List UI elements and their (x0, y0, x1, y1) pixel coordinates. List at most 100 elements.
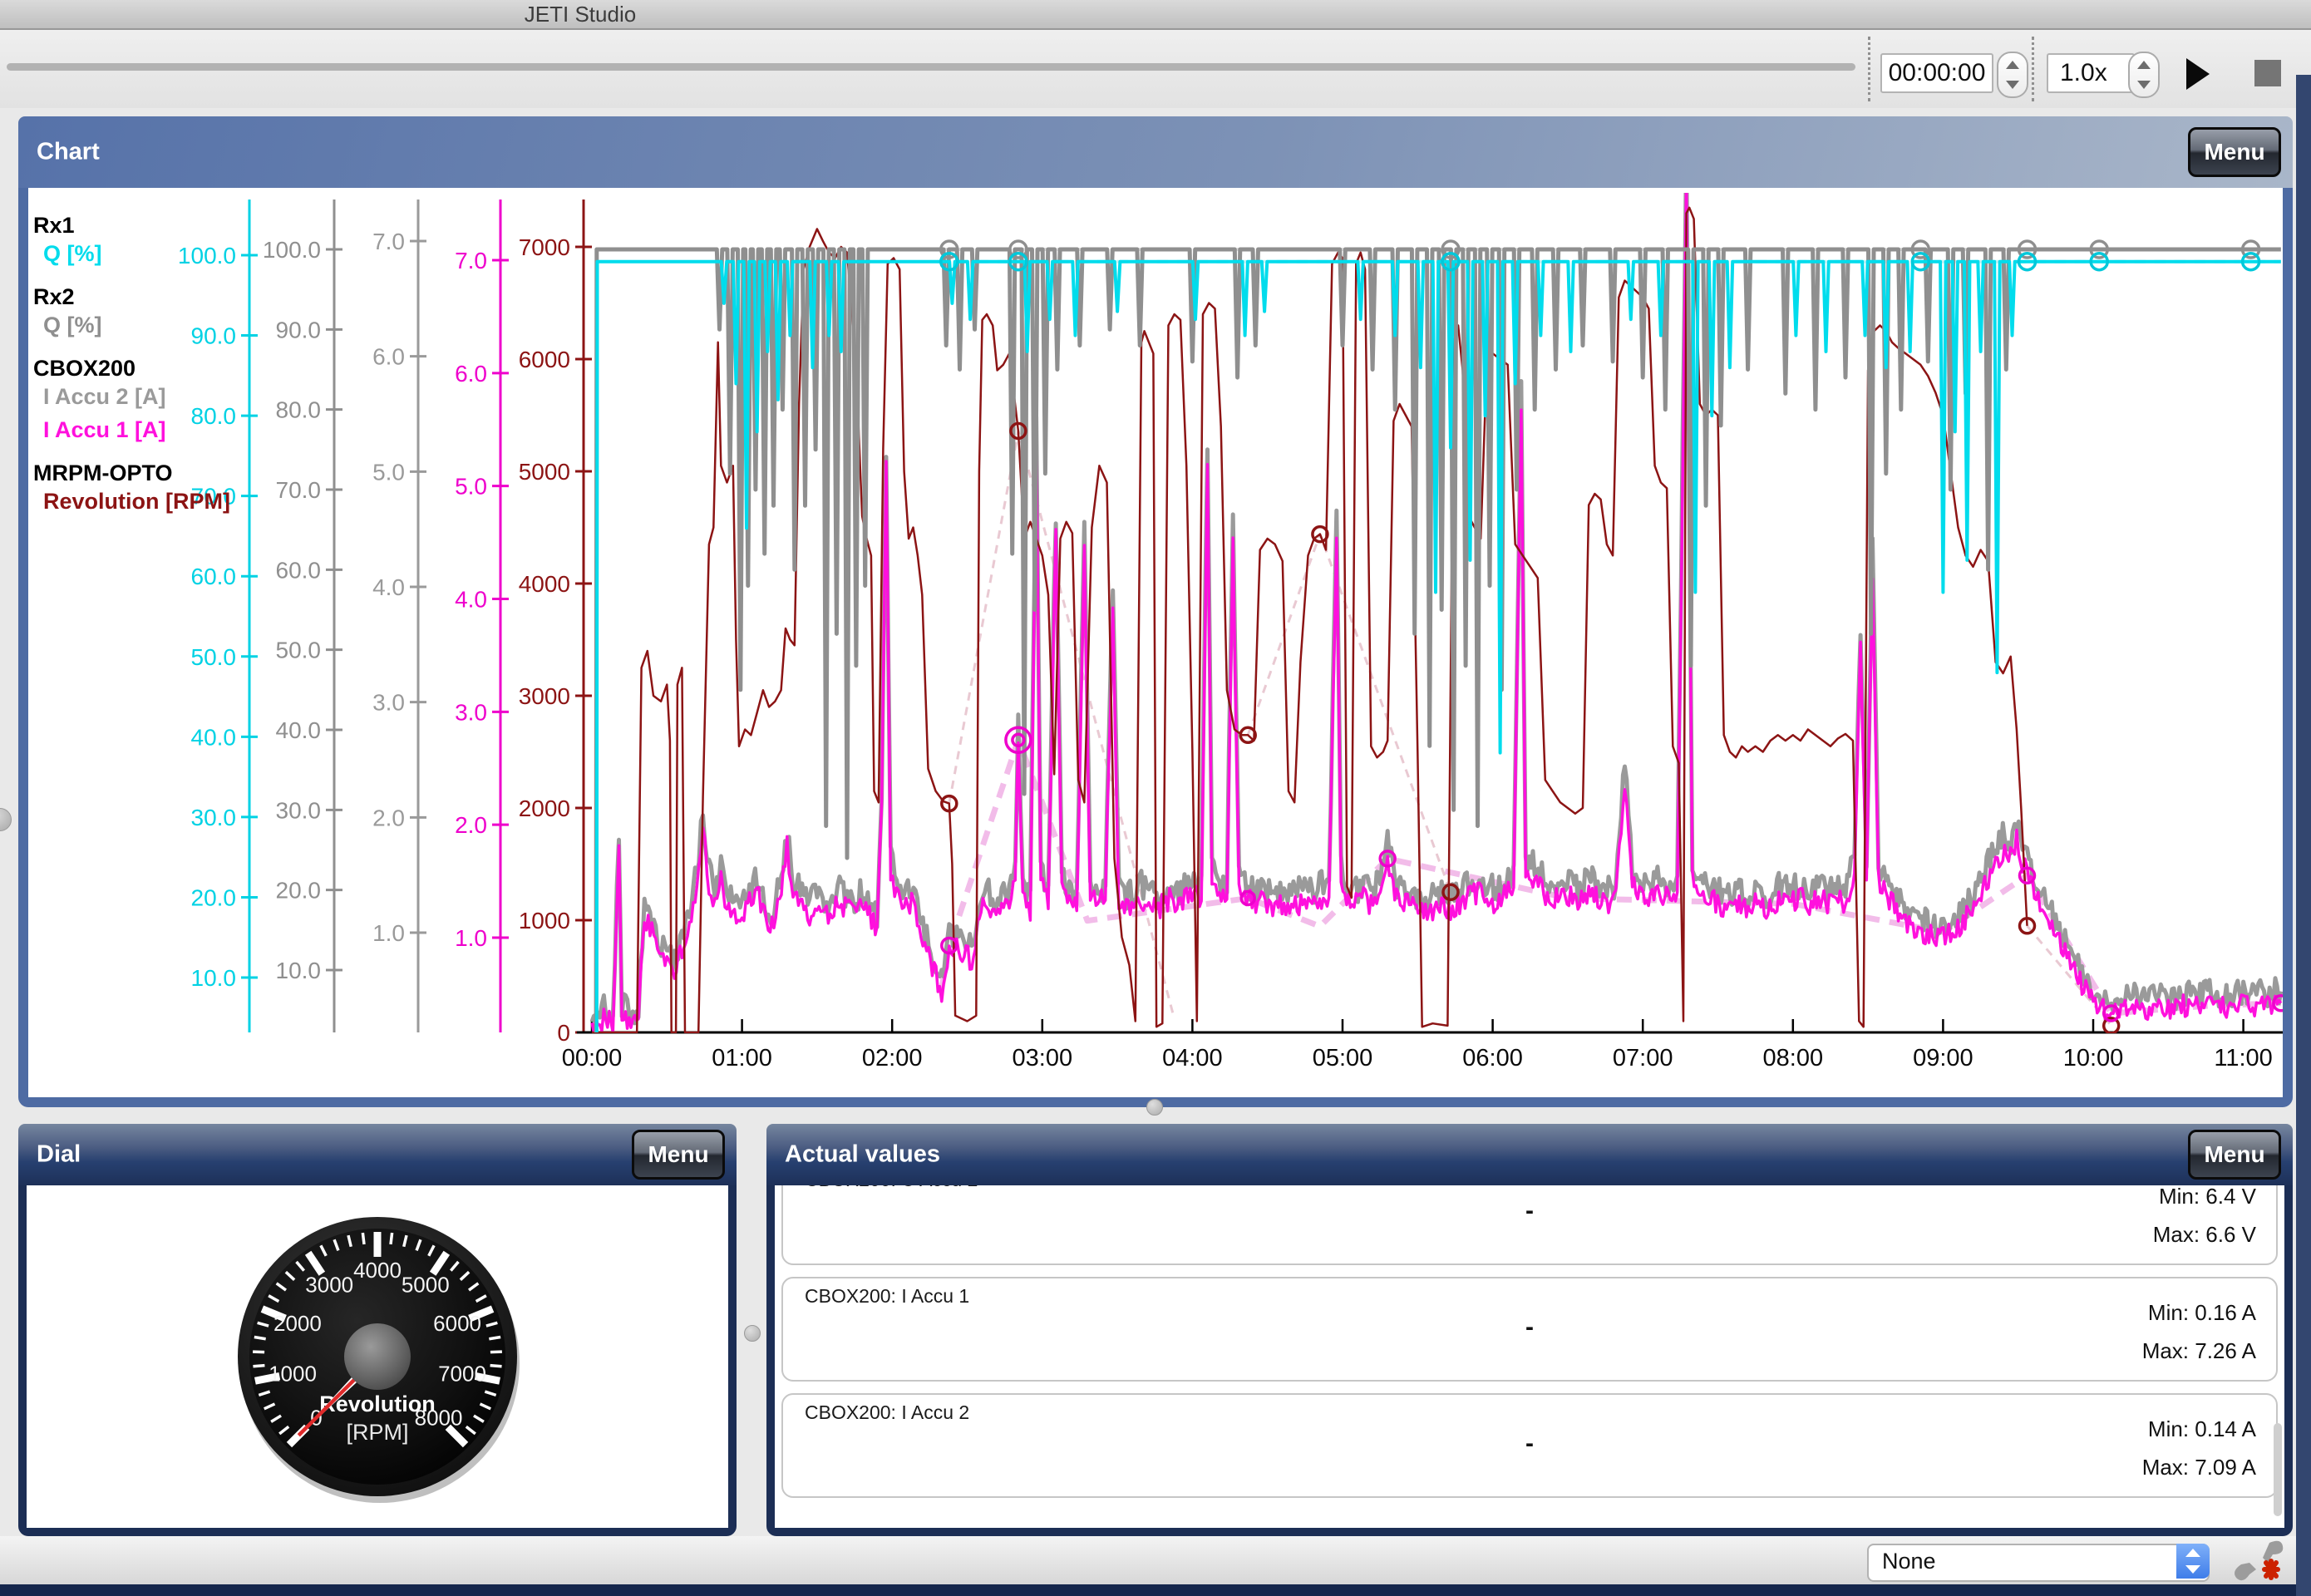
svg-text:09:00: 09:00 (1913, 1045, 1973, 1071)
splitter-handle[interactable] (0, 808, 12, 831)
svg-text:7000: 7000 (438, 1361, 486, 1386)
svg-text:2000: 2000 (519, 796, 570, 821)
svg-text:[RPM]: [RPM] (346, 1420, 408, 1445)
scrollbar-thumb[interactable] (2274, 1423, 2282, 1516)
svg-text:1000: 1000 (269, 1361, 317, 1386)
svg-text:60.0: 60.0 (191, 564, 237, 589)
telemetry-value-label: CBOX200: I Accu 2 (805, 1401, 970, 1423)
svg-text:4000: 4000 (353, 1258, 402, 1283)
splitter-handle[interactable] (1146, 1099, 1163, 1116)
svg-text:06:00: 06:00 (1462, 1045, 1523, 1071)
svg-text:5000: 5000 (519, 459, 570, 485)
svg-text:40.0: 40.0 (191, 724, 237, 750)
svg-text:30.0: 30.0 (191, 805, 237, 830)
telemetry-max-value: Max: 7.09 A (2141, 1455, 2256, 1480)
telemetry-value-label: CBOX200: I Accu 1 (805, 1285, 970, 1307)
telemetry-value-card[interactable]: CBOX200: I Accu 1 - Min: 0.16 A Max: 7.2… (781, 1277, 2278, 1382)
dial-panel-title: Dial (37, 1140, 81, 1168)
dial-menu-button[interactable]: Menu (632, 1130, 725, 1180)
svg-text:00:00: 00:00 (562, 1045, 623, 1071)
svg-text:10.0: 10.0 (276, 958, 322, 983)
chevron-updown-icon (2176, 1544, 2210, 1579)
svg-text:50.0: 50.0 (191, 644, 237, 670)
svg-text:90.0: 90.0 (276, 317, 322, 342)
svg-text:11:00: 11:00 (2214, 1045, 2272, 1071)
svg-text:01:00: 01:00 (712, 1045, 772, 1071)
rpm-gauge: 010002000300040005000600070008000Revolut… (238, 1217, 520, 1503)
chart-panel: Chart Menu 100.0 90.0 80.0 70.0 60.0 50.0 40.0… (18, 116, 2293, 1107)
svg-text:03:00: 03:00 (1013, 1045, 1073, 1071)
time-value: 00:00:00 (1888, 59, 1986, 86)
timeline-slider[interactable] (7, 63, 1855, 71)
telemetry-current-value: - (1525, 1313, 1534, 1341)
svg-text:05:00: 05:00 (1313, 1045, 1373, 1071)
svg-text:4000: 4000 (519, 571, 570, 597)
svg-text:5000: 5000 (402, 1273, 450, 1298)
telemetry-min-value: Min: 0.16 A (2147, 1300, 2256, 1325)
dial-panel: Dial Menu 010002000300040005000600070008… (18, 1124, 737, 1536)
window-title: JETI Studio (524, 2, 637, 27)
svg-text:50.0: 50.0 (276, 638, 322, 663)
svg-text:04:00: 04:00 (1162, 1045, 1223, 1071)
svg-text:6000: 6000 (519, 347, 570, 372)
actual-values-menu-button[interactable]: Menu (2188, 1130, 2281, 1180)
telemetry-max-value: Max: 7.26 A (2141, 1338, 2256, 1363)
svg-text:3000: 3000 (305, 1273, 353, 1298)
svg-text:07:00: 07:00 (1613, 1045, 1673, 1071)
svg-text:2000: 2000 (273, 1311, 322, 1336)
svg-text:1000: 1000 (519, 908, 570, 933)
svg-text:6.0: 6.0 (372, 344, 405, 370)
dial-body: 010002000300040005000600070008000Revolut… (27, 1185, 728, 1528)
chart-menu-button[interactable]: Menu (2188, 127, 2281, 177)
toolbar-separator (1868, 37, 1870, 101)
time-field[interactable]: 00:00:00 (1880, 53, 1993, 93)
speed-stepper[interactable] (2128, 52, 2160, 98)
telemetry-min-value: Min: 6.4 V (2158, 1185, 2256, 1209)
time-stepper[interactable] (1997, 52, 2028, 98)
window-frame-right (2296, 75, 2311, 1596)
svg-text:80.0: 80.0 (191, 403, 237, 429)
svg-text:20.0: 20.0 (191, 884, 237, 910)
svg-text:10.0: 10.0 (191, 965, 237, 991)
telemetry-min-value: Min: 0.14 A (2147, 1416, 2256, 1441)
svg-text:40.0: 40.0 (276, 717, 322, 743)
chart-panel-title: Chart (37, 138, 100, 165)
svg-text:80.0: 80.0 (276, 397, 322, 423)
telemetry-current-value: - (1525, 1197, 1534, 1224)
svg-text:08:00: 08:00 (1763, 1045, 1824, 1071)
svg-text:4.0: 4.0 (455, 587, 487, 613)
svg-text:5.0: 5.0 (372, 459, 405, 485)
play-icon[interactable] (2186, 58, 2210, 90)
stop-icon[interactable] (2254, 60, 2281, 86)
speed-field[interactable]: 1.0x (2047, 53, 2135, 93)
svg-text:3000: 3000 (519, 683, 570, 709)
svg-text:7.0: 7.0 (372, 229, 405, 254)
svg-text:7.0: 7.0 (455, 248, 487, 273)
svg-text:5.0: 5.0 (455, 474, 487, 500)
splitter-handle[interactable] (744, 1325, 761, 1342)
svg-text:3.0: 3.0 (455, 699, 487, 725)
svg-text:2.0: 2.0 (372, 805, 405, 830)
svg-text:6.0: 6.0 (455, 361, 487, 387)
telemetry-current-value: - (1525, 1430, 1534, 1457)
chart-plot-area[interactable]: 100.0 90.0 80.0 70.0 60.0 50.0 40.0 30.0 20.0 10.… (28, 188, 2283, 1097)
port-select[interactable]: None (1867, 1544, 2210, 1582)
svg-text:100.0: 100.0 (263, 237, 321, 263)
playback-toolbar: 00:00:00 1.0x (0, 30, 2311, 108)
status-bar: None (0, 1536, 2311, 1584)
svg-text:100.0: 100.0 (178, 243, 236, 268)
svg-text:3.0: 3.0 (372, 690, 405, 716)
dial-panel-header: Dial Menu (18, 1124, 737, 1185)
svg-text:02:00: 02:00 (862, 1045, 923, 1071)
telemetry-value-label: CBOX200: U Accu 2 (805, 1185, 978, 1191)
svg-text:6000: 6000 (433, 1311, 481, 1336)
svg-text:10:00: 10:00 (2063, 1045, 2124, 1071)
telemetry-value-card[interactable]: CBOX200: U Accu 2 - Min: 6.4 V Max: 6.6 … (781, 1185, 2278, 1265)
svg-text:90.0: 90.0 (191, 323, 237, 349)
telemetry-value-card[interactable]: CBOX200: I Accu 2 - Min: 0.14 A Max: 7.0… (781, 1393, 2278, 1498)
svg-text:20.0: 20.0 (276, 878, 322, 904)
actual-values-list[interactable]: CBOX200: U Accu 2 - Min: 6.4 V Max: 6.6 … (775, 1185, 2284, 1528)
svg-text:70.0: 70.0 (276, 477, 322, 503)
svg-text:1.0: 1.0 (455, 925, 487, 951)
actual-values-header: Actual values Menu (766, 1124, 2293, 1185)
